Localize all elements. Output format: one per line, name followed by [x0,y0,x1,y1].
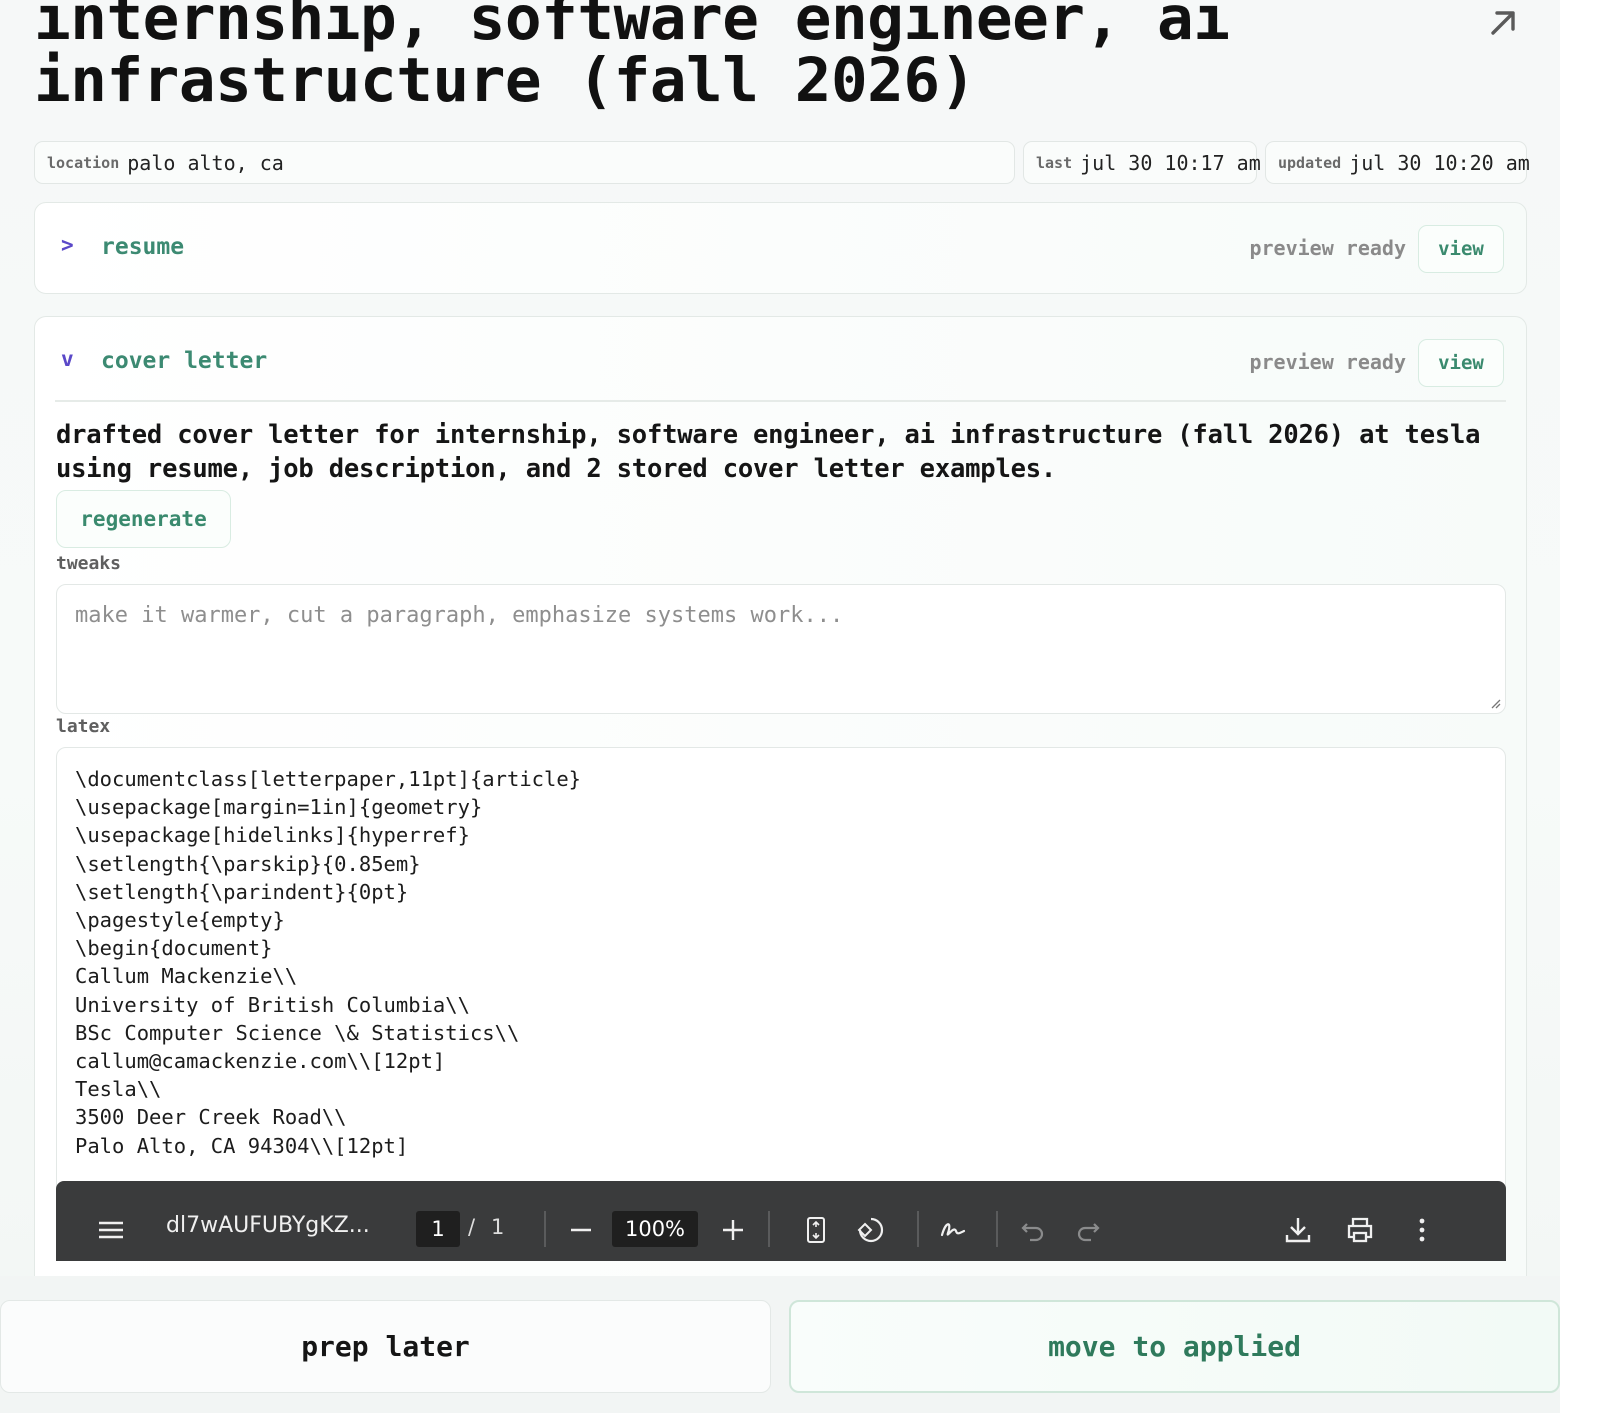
last-key: last [1036,153,1073,172]
prep-later-button[interactable]: prep later [0,1300,771,1393]
page-gutter [1560,0,1600,1413]
last-value: jul 30 10:17 am [1080,150,1261,175]
latex-line: University of British Columbia\\ [75,992,470,1017]
resize-handle-icon[interactable] [1489,697,1501,709]
chevron-down-icon[interactable]: v [61,347,74,371]
toolbar-divider [996,1211,998,1247]
toolbar-divider [768,1211,770,1247]
pdf-viewer-toolbar: dl7wAUFUBYgKZ... 1 / 1 100% [56,1181,1506,1261]
latex-line: Palo Alto, CA 94304\\[12pt] [75,1133,409,1158]
latex-line: \setlength{\parindent}{0pt} [75,879,409,904]
more-icon[interactable] [1407,1215,1437,1245]
latex-line: callum@camackenzie.com\\[12pt] [75,1049,446,1074]
cover-letter-view-button[interactable]: view [1418,339,1504,387]
chevron-right-icon[interactable]: > [61,233,74,257]
job-title: internship, software engineer, ai infras… [34,0,1230,116]
latex-line: \setlength{\parskip}{0.85em} [75,851,421,876]
latex-code: \documentclass[letterpaper,11pt]{article… [75,765,581,1160]
cover-letter-section: v cover letter preview ready view drafte… [34,316,1527,1276]
latex-line: Tesla\\ [75,1077,162,1102]
regenerate-button[interactable]: regenerate [56,490,231,548]
latex-label: latex [56,716,111,737]
updated-key: updated [1278,153,1342,172]
page-total: 1 [491,1215,505,1239]
cover-letter-summary: drafted cover letter for internship, sof… [56,420,1481,484]
rotate-icon[interactable] [856,1215,886,1245]
latex-line: \usepackage[hidelinks]{hyperref} [75,823,470,848]
latex-line: \pagestyle{empty} [75,908,285,933]
move-to-applied-button[interactable]: move to applied [789,1300,1560,1393]
fit-page-icon[interactable] [801,1215,831,1245]
resume-section-header[interactable]: > resume preview ready view [35,203,1526,295]
pdf-file-name: dl7wAUFUBYgKZ... [166,1213,370,1238]
page-number-input[interactable]: 1 [416,1211,460,1247]
location-value: palo alto, ca [127,150,284,175]
resume-section: > resume preview ready view [34,202,1527,294]
latex-line: Callum Mackenzie\\ [75,964,298,989]
updated-value: jul 30 10:20 am [1349,150,1530,175]
latex-line: 3500 Deer Creek Road\\ [75,1105,347,1130]
location-field: location palo alto, ca [34,141,1015,184]
job-detail-panel: internship, software engineer, ai infras… [0,0,1560,1276]
tweaks-input[interactable]: make it warmer, cut a paragraph, emphasi… [56,584,1506,714]
undo-icon[interactable] [1018,1215,1048,1245]
latex-line: BSc Computer Science \& Statistics\\ [75,1020,520,1045]
download-icon[interactable] [1283,1215,1313,1245]
location-key: location [47,153,120,172]
updated-field: updated jul 30 10:20 am [1265,141,1530,184]
latex-editor[interactable]: \documentclass[letterpaper,11pt]{article… [56,747,1506,1197]
latex-line: \documentclass[letterpaper,11pt]{article… [75,767,582,791]
toolbar-divider [917,1211,919,1247]
print-icon[interactable] [1345,1215,1375,1245]
cover-letter-status: preview ready [1249,350,1406,374]
resume-section-title[interactable]: resume [101,234,184,260]
last-field: last jul 30 10:17 am [1023,141,1261,184]
zoom-in-icon[interactable] [718,1215,748,1245]
latex-line: \begin{document} [75,936,273,961]
resume-view-button[interactable]: view [1418,225,1504,273]
annotate-icon[interactable] [938,1215,968,1245]
page-separator: / [468,1215,476,1239]
cover-letter-section-title[interactable]: cover letter [101,348,267,374]
zoom-out-icon[interactable] [566,1215,596,1245]
open-external-icon[interactable] [1486,6,1520,40]
tweaks-placeholder: make it warmer, cut a paragraph, emphasi… [75,603,844,628]
section-divider [55,400,1506,402]
cover-letter-section-header[interactable]: v cover letter preview ready view [35,317,1526,409]
menu-icon[interactable] [96,1215,126,1245]
toolbar-divider [544,1211,546,1247]
zoom-level[interactable]: 100% [612,1211,698,1247]
redo-icon[interactable] [1073,1215,1103,1245]
resume-status: preview ready [1249,236,1406,260]
latex-line: \usepackage[margin=1in]{geometry} [75,795,483,820]
tweaks-label: tweaks [56,553,122,574]
